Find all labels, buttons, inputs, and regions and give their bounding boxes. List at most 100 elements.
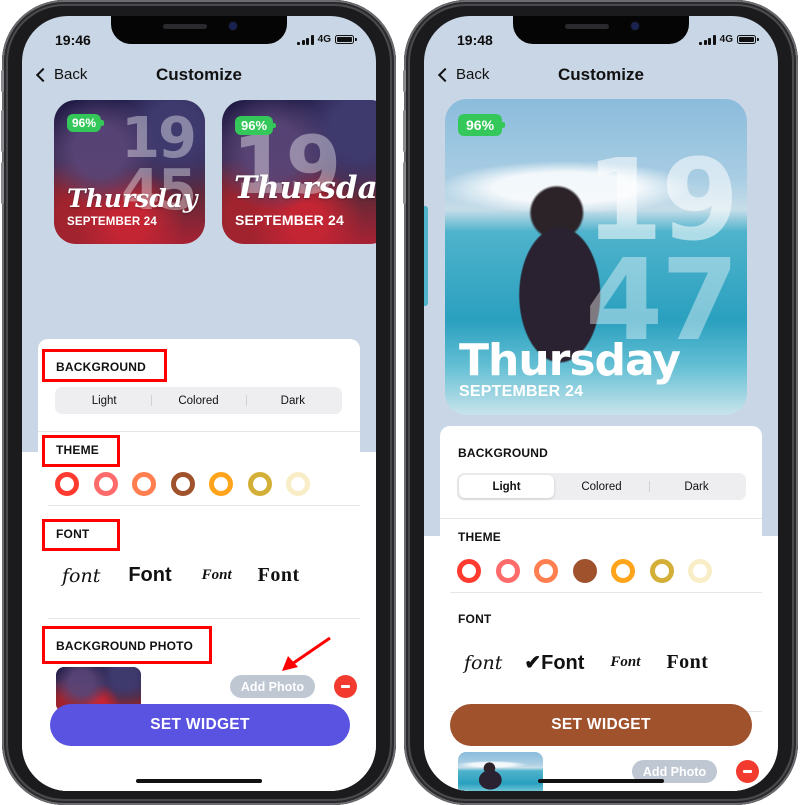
theme-swatch[interactable] <box>247 472 272 496</box>
status-time: 19:46 <box>55 32 91 48</box>
theme-swatch[interactable] <box>649 559 674 583</box>
chevron-left-icon <box>437 67 453 82</box>
theme-swatch[interactable] <box>170 472 195 496</box>
font-options: font ✔Font Font Font <box>464 650 708 675</box>
notch <box>513 16 689 44</box>
segment-colored[interactable]: Colored <box>554 475 649 498</box>
font-option-serif[interactable]: Font <box>258 564 300 587</box>
divider <box>440 518 762 519</box>
network-type: 4G <box>719 34 733 45</box>
highlight-box-font <box>42 519 120 551</box>
theme-swatch[interactable] <box>286 472 310 496</box>
highlight-box-background <box>42 349 167 382</box>
battery-badge: 96% <box>458 114 506 136</box>
widget-day: Thursday <box>67 184 198 213</box>
font-option-serif[interactable]: Font <box>666 651 708 674</box>
widget-date: SEPTEMBER 24 <box>235 212 344 228</box>
highlight-box-theme <box>42 435 120 467</box>
background-segmented-control: Light Colored Dark <box>55 387 342 414</box>
section-label-background: BACKGROUND <box>458 446 548 460</box>
font-option-bold-selected[interactable]: ✔Font <box>524 650 584 675</box>
notch <box>111 16 287 44</box>
theme-swatch[interactable] <box>611 559 635 583</box>
theme-swatch[interactable] <box>457 559 481 583</box>
font-option-label: Font <box>541 652 585 674</box>
widget-preview[interactable]: 96% 19 47 Thursday SEPTEMBER 24 <box>445 99 747 415</box>
widget-preview[interactable]: 96% 19 45 Thursday SEPTEMBER 24 <box>54 100 205 244</box>
segment-dark[interactable]: Dark <box>649 475 744 498</box>
back-label: Back <box>54 66 88 83</box>
divider <box>450 592 762 593</box>
signal-icon <box>297 34 314 45</box>
theme-swatches <box>457 559 712 583</box>
back-button[interactable]: Back <box>436 66 489 83</box>
minus-icon <box>743 770 752 773</box>
volume-down-button <box>403 162 406 204</box>
remove-photo-button[interactable] <box>334 675 357 698</box>
segment-light[interactable]: Light <box>459 475 554 498</box>
font-option-script[interactable]: font <box>62 565 100 587</box>
chevron-left-icon <box>35 67 51 82</box>
segment-colored[interactable]: Colored <box>151 389 245 412</box>
widget-hour: 19 <box>121 106 197 171</box>
font-option-fancy[interactable]: Font <box>202 567 232 584</box>
set-widget-button[interactable]: SET WIDGET <box>50 704 350 746</box>
theme-swatch-selected[interactable] <box>572 559 597 583</box>
font-option-bold[interactable]: Font <box>128 564 171 587</box>
widget-date: SEPTEMBER 24 <box>459 383 584 400</box>
set-widget-button[interactable]: SET WIDGET <box>450 704 752 746</box>
add-photo-button[interactable]: Add Photo <box>230 675 315 698</box>
theme-swatch[interactable] <box>55 472 79 496</box>
minus-icon <box>341 685 350 688</box>
nav-bar: Back Customize <box>424 62 778 92</box>
battery-badge: 96% <box>235 116 277 135</box>
battery-icon <box>737 35 759 44</box>
segment-dark[interactable]: Dark <box>245 389 340 412</box>
widget-day: Thursday <box>234 170 376 206</box>
section-label-theme: THEME <box>458 530 501 544</box>
divider <box>38 431 360 432</box>
theme-swatch[interactable] <box>132 472 156 496</box>
home-indicator <box>538 779 664 783</box>
signal-icon <box>699 34 716 45</box>
font-options: font Font Font Font <box>62 564 300 587</box>
previous-widget-edge <box>424 206 428 306</box>
theme-swatches <box>55 472 310 496</box>
back-label: Back <box>456 66 490 83</box>
widget-date: SEPTEMBER 24 <box>67 216 157 228</box>
checkmark-icon: ✔ <box>524 652 542 674</box>
background-photo-thumbnail[interactable] <box>458 752 543 791</box>
widget-preview[interactable]: 96% 19 Thursday SEPTEMBER 24 <box>222 100 376 244</box>
volume-down-button <box>1 162 4 204</box>
segment-light[interactable]: Light <box>57 389 151 412</box>
theme-swatch[interactable] <box>534 559 558 583</box>
divider <box>48 618 360 619</box>
divider <box>48 505 360 506</box>
highlight-box-background-photo <box>42 626 212 664</box>
mute-switch <box>1 70 4 92</box>
font-option-script[interactable]: font <box>464 652 502 674</box>
battery-badge: 96% <box>67 114 105 132</box>
theme-swatch[interactable] <box>688 559 712 583</box>
phone-frame-right: 19:48 4G Back Customize 96% 19 47 Thursd… <box>403 0 798 805</box>
theme-swatch[interactable] <box>209 472 233 496</box>
back-button[interactable]: Back <box>34 66 87 83</box>
nav-bar: Back Customize <box>22 62 376 92</box>
theme-swatch[interactable] <box>495 559 520 583</box>
background-segmented-control: Light Colored Dark <box>457 473 746 500</box>
screen: 19:46 4G Back Customize 96% 19 45 Thursd… <box>22 16 376 791</box>
font-option-fancy[interactable]: Font <box>610 654 640 671</box>
mute-switch <box>403 70 406 92</box>
network-type: 4G <box>317 34 331 45</box>
home-indicator <box>136 779 262 783</box>
annotation-arrow-icon <box>282 636 331 671</box>
status-time: 19:48 <box>457 32 493 48</box>
widget-day: Thursday <box>459 335 681 386</box>
section-label-font: FONT <box>458 612 492 626</box>
volume-up-button <box>403 110 406 152</box>
screen: 19:48 4G Back Customize 96% 19 47 Thursd… <box>424 16 778 791</box>
volume-up-button <box>1 110 4 152</box>
theme-swatch[interactable] <box>93 472 118 496</box>
phone-frame-left: 19:46 4G Back Customize 96% 19 45 Thursd… <box>1 0 396 805</box>
remove-photo-button[interactable] <box>736 760 759 783</box>
